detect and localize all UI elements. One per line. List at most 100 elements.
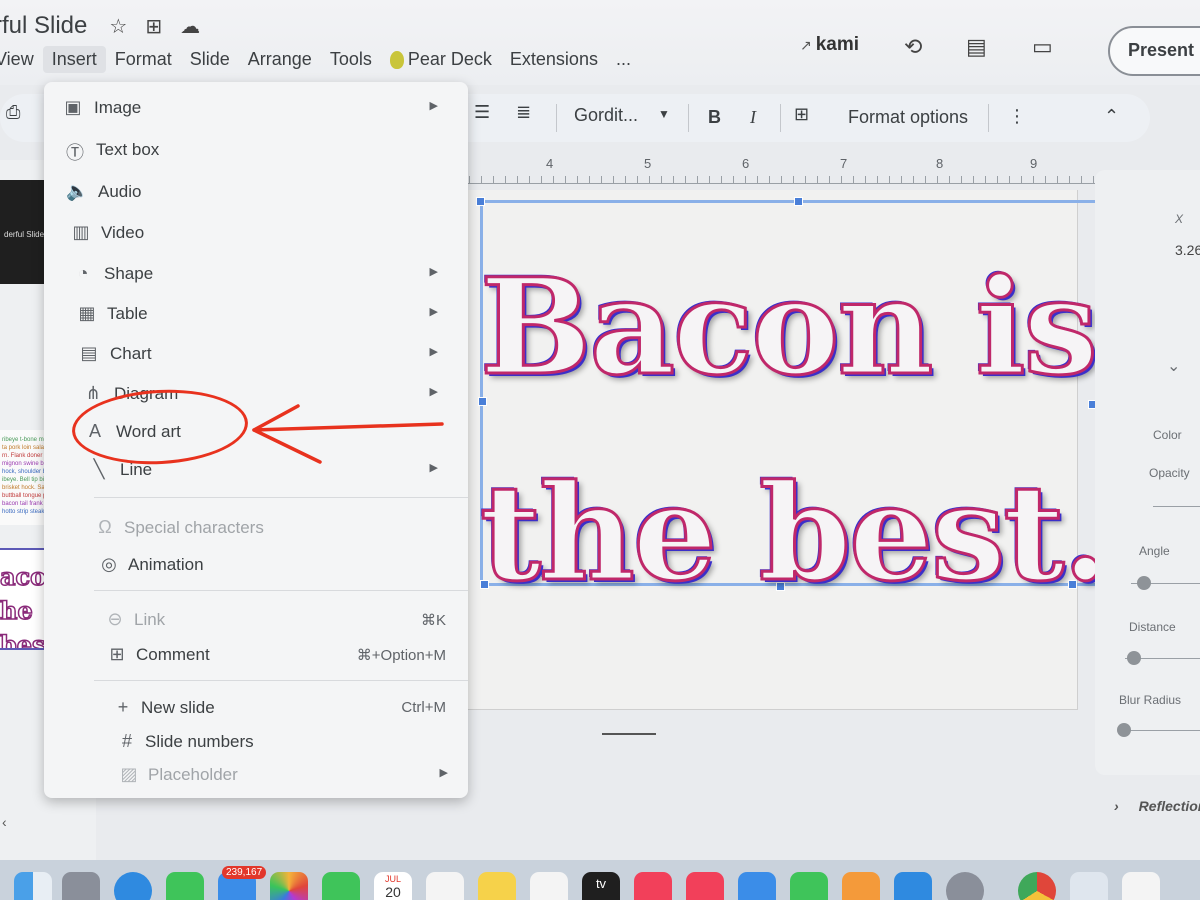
wordart-text[interactable]: Bacon is the best. [479,225,1120,637]
menu-item-special-characters[interactable]: Ω Special characters [44,512,468,544]
menu-pear-deck[interactable]: Pear Deck [381,46,501,73]
more-vert-icon[interactable]: ⋮ [1008,106,1026,127]
freeform-icon[interactable] [530,872,568,900]
resize-handle[interactable] [794,197,803,206]
move-folder-icon[interactable]: ⊞ [145,14,162,39]
font-book-icon[interactable] [1122,872,1160,900]
menu-item-chart[interactable]: ▤ Chart ▶ [44,338,468,370]
plus-icon: + [117,697,129,717]
menu-item-audio[interactable]: 🔈 Audio [44,176,468,208]
align-icon[interactable]: ☰ [474,102,490,123]
menu-item-comment[interactable]: ⊞ Comment ⌘+Option+M [44,639,468,671]
format-options-button[interactable]: Format options [848,107,968,128]
menu-insert[interactable]: Insert [42,46,106,73]
menu-item-image[interactable]: ▣ Image ▶ [44,92,468,124]
notes-icon[interactable] [478,872,516,900]
comment-icon: ⊞ [109,644,125,664]
insert-comment-icon[interactable]: ⊞ [794,104,809,125]
tv-label: tv [595,876,607,891]
chevron-left-icon[interactable]: ‹ [2,814,7,830]
italic-button[interactable]: I [750,107,756,128]
menu-view[interactable]: View [0,46,43,73]
menu-item-text-box[interactable]: Ⓣ Text box [44,134,468,166]
reminders-icon[interactable] [426,872,464,900]
launchpad-icon[interactable] [62,872,100,900]
shadow-color-label: Color [1153,428,1182,442]
menu-format[interactable]: Format [106,46,181,73]
horizontal-ruler: 4 5 6 7 8 9 [458,150,1138,184]
apple-tv-icon[interactable]: tv [582,872,620,900]
distance-slider-knob[interactable] [1127,651,1141,665]
bold-button[interactable]: B [708,107,721,128]
music-icon[interactable] [634,872,672,900]
chevron-down-icon[interactable]: ▼ [658,107,670,121]
format-options-panel: X 3.26 ⌄ Color Opacity Angle Distance Bl… [1095,170,1200,775]
submenu-arrow-icon: ▶ [429,386,438,398]
pages-icon[interactable] [842,872,880,900]
menu-item-animation[interactable]: ◎ Animation [44,549,468,581]
blur-slider-track[interactable] [1119,730,1200,731]
document-title[interactable]: rful Slide [0,12,87,40]
speaker-notes-handle[interactable] [602,733,656,735]
external-link-icon: ↗ [800,37,812,53]
ruler-number: 6 [742,156,750,171]
x-position-value[interactable]: 3.26 [1175,242,1200,258]
menu-item-label: Shape [104,264,154,283]
submenu-arrow-icon: ▶ [429,346,438,358]
preview-icon[interactable] [1070,872,1108,900]
numbers-icon[interactable] [790,872,828,900]
history-icon[interactable]: ⟲ [904,34,922,60]
line-spacing-icon[interactable]: ≣ [516,102,531,123]
menu-item-table[interactable]: ▦ Table ▶ [44,298,468,330]
menu-divider [94,497,468,498]
calendar-icon[interactable]: JUL 20 [374,872,412,900]
reflection-section-header[interactable]: › Reflection [1114,798,1200,814]
menu-tools[interactable]: Tools [321,46,381,73]
news-icon[interactable] [686,872,724,900]
facetime-icon[interactable] [322,872,360,900]
menu-item-slide-numbers[interactable]: # Slide numbers [44,726,468,758]
menu-item-link[interactable]: ⊖ Link ⌘K [44,604,468,636]
meet-icon[interactable]: ▭ [1032,34,1053,60]
collapse-toolbar-icon[interactable]: ⌃ [1104,106,1119,127]
messages-icon[interactable] [166,872,204,900]
menu-item-shape[interactable]: ◔ Shape ▶ [44,258,468,290]
menu-item-label: Link [134,610,166,629]
angle-slider-knob[interactable] [1137,576,1151,590]
resize-handle[interactable] [476,197,485,206]
present-button[interactable]: Present [1108,26,1200,76]
safari-icon[interactable] [114,872,152,900]
font-family-select[interactable]: Gordit... [574,105,638,126]
menu-more[interactable]: ... [607,46,640,73]
comments-icon[interactable]: ▤ [966,34,987,60]
menu-extensions[interactable]: Extensions [501,46,607,73]
menu-slide[interactable]: Slide [181,46,239,73]
keynote-icon[interactable] [738,872,776,900]
system-settings-icon[interactable] [946,872,984,900]
star-icon[interactable]: ☆ [109,14,127,39]
toolbar-separator [988,104,989,132]
menu-item-video[interactable]: ▥ Video [44,217,468,249]
reflection-label: Reflection [1138,798,1200,814]
omega-icon: Ω [98,517,112,537]
finder-icon[interactable] [14,872,52,900]
menu-arrange[interactable]: Arrange [239,46,321,73]
shortcut-label: ⌘K [420,612,446,629]
app-store-icon[interactable] [894,872,932,900]
menu-divider [94,680,468,681]
blur-slider-knob[interactable] [1117,723,1131,737]
photos-icon[interactable] [270,872,308,900]
shadow-blur-label: Blur Radius [1119,693,1182,707]
cloud-icon[interactable]: ☁ [180,14,200,39]
shadow-opacity-label: Opacity [1149,466,1190,480]
opacity-slider-track[interactable] [1153,506,1200,507]
kami-button[interactable]: ↗ kami [800,34,859,56]
chrome-icon[interactable] [1018,872,1056,900]
menu-item-label: Image [94,98,142,117]
menu-item-label: Video [101,223,145,242]
pear-icon [389,50,404,69]
menu-item-placeholder[interactable]: ▨ Placeholder ▶ [44,759,468,791]
menu-item-new-slide[interactable]: + New slide Ctrl+M [44,692,468,724]
chevron-down-icon[interactable]: ⌄ [1167,356,1180,376]
print-icon[interactable]: ⎙ [6,102,20,123]
